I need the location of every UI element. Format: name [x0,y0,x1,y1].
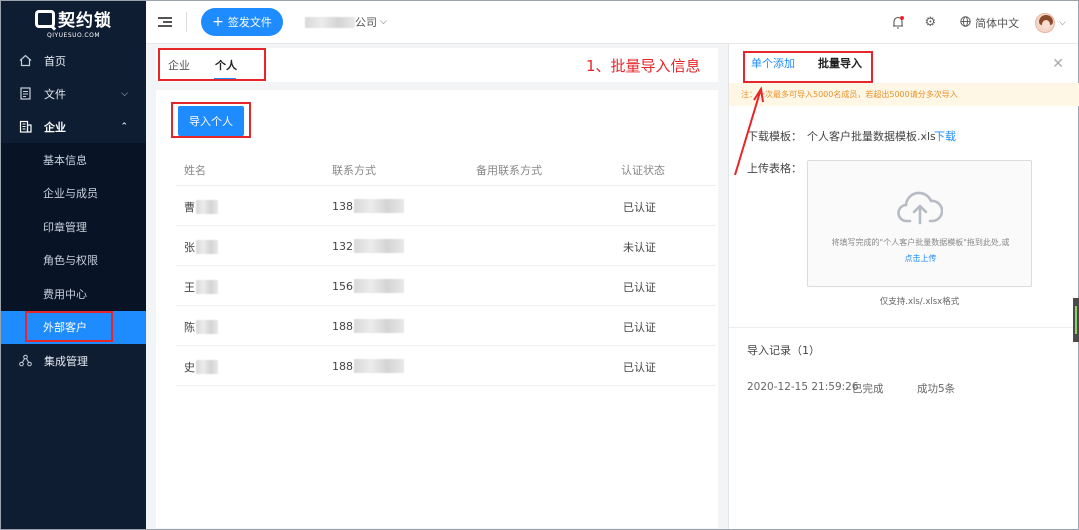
sidebar-item-roles[interactable]: 角色与权限 [1,244,146,278]
cell-auth-status: 已认证 [623,201,656,214]
record-status: 已完成 [852,383,884,395]
logo-text: 契约锁 [58,11,112,31]
annotation-box-import-button [171,102,251,138]
chevron-down-icon: ⌵ [121,88,128,99]
phone-redacted [354,319,404,333]
sidebar-item-home[interactable]: 首页 [1,44,146,77]
cell-auth-status: 已认证 [623,361,656,374]
column-header-contact: 联系方式 [332,164,376,177]
menu-toggle-icon[interactable] [158,17,172,27]
chevron-down-icon[interactable]: ⌵ [1059,18,1066,28]
sidebar-item-enterprise[interactable]: 企业 ⌃ [1,110,146,143]
home-icon [19,54,32,67]
company-switcher[interactable]: 公司 ⌵ [305,14,387,30]
import-record-row: 2020-12-15 21:59:26 已完成 成功5条 [747,381,955,395]
customer-list-card: 导入个人 姓名 联系方式 备用联系方式 认证状态 曹 138 已认证张 132 未认证王… [156,90,718,528]
column-header-auth-status: 认证状态 [621,164,665,177]
table-header: 姓名 联系方式 备用联系方式 认证状态 [176,152,716,186]
download-template-link[interactable]: 下载 [934,128,956,144]
name-redacted [196,320,218,334]
import-limit-notice: 注：一次最多可导入5000名成员，若超出5000请分多次导入 [729,83,1079,106]
logo: 契约锁 QIYUESUO.COM [1,1,146,44]
name-redacted [196,200,218,214]
table-row[interactable]: 张 132 未认证 [176,226,716,266]
cell-phone: 156 [332,279,404,293]
logo-subtitle: QIYUESUO.COM [46,32,100,39]
cell-auth-status: 已认证 [623,321,656,334]
upload-dropzone[interactable]: 将填写完成的"个人客户批量数据模板"拖到此处,或 点击上传 [807,160,1032,287]
bell-icon[interactable] [892,16,904,29]
annotation-box-external-customers [25,311,113,342]
separator: | [924,128,928,141]
annotation-box-tabs [158,48,266,81]
record-result: 成功5条 [917,383,956,395]
globe-icon [960,15,971,30]
table-row[interactable]: 曹 138 已认证 [176,186,716,226]
scrollbar[interactable] [1073,298,1079,342]
table-row[interactable]: 史 188 已认证 [176,346,716,386]
cell-auth-status: 未认证 [623,241,656,254]
sidebar-item-integration[interactable]: 集成管理 [1,344,146,377]
annotation-box-batch-tab [743,51,873,83]
sidebar-item-billing[interactable]: 费用中心 [1,277,146,311]
header-divider [186,12,187,32]
sidebar-item-basic-info[interactable]: 基本信息 [1,143,146,177]
column-header-backup-contact: 备用联系方式 [476,164,542,177]
record-time: 2020-12-15 21:59:26 [747,381,859,393]
table-row[interactable]: 陈 188 已认证 [176,306,716,346]
sidebar-item-files[interactable]: 文件 ⌵ [1,77,146,110]
top-header: + 签发文件 公司 ⌵ ⚙ 简体中文 ⌵ [146,1,1078,44]
batch-import-drawer: 单个添加 批量导入 ✕ 注：一次最多可导入5000名成员，若超出5000请分多次… [728,44,1079,529]
import-records-title: 导入记录（1） [747,344,820,357]
sidebar-item-seals[interactable]: 印章管理 [1,210,146,244]
sidebar-item-members[interactable]: 企业与成员 [1,177,146,211]
sidebar: 契约锁 QIYUESUO.COM 首页 文件 ⌵ 企业 ⌃ 基本信息 企业与成员… [1,1,146,529]
sign-document-button[interactable]: + 签发文件 [201,8,283,36]
cell-name: 史 [184,359,218,375]
integration-icon [19,354,32,367]
column-header-name: 姓名 [184,164,206,177]
cell-phone: 132 [332,239,404,253]
cell-phone: 188 [332,319,404,333]
chevron-down-icon: ⌵ [380,17,387,27]
cell-name: 张 [184,239,218,255]
template-filename: 个人客户批量数据模板.xls [807,130,936,143]
phone-redacted [354,359,404,373]
language-switcher[interactable]: 简体中文 [960,15,1019,31]
close-icon[interactable]: ✕ [1052,56,1064,72]
plus-icon: + [212,14,224,30]
annotation-text: 1、批量导入信息 [586,57,701,75]
cell-phone: 188 [332,359,404,373]
upload-format-hint: 仅支持.xls/.xlsx格式 [879,297,960,307]
name-redacted [196,240,218,254]
gear-icon[interactable]: ⚙ [925,15,937,30]
cell-auth-status: 已认证 [623,281,656,294]
annotation-arrow [734,86,764,176]
phone-redacted [354,279,404,293]
logo-mark-icon [35,9,55,28]
section-divider [729,327,1079,328]
cell-name: 陈 [184,319,218,335]
name-redacted [196,280,218,294]
avatar[interactable] [1035,12,1056,33]
chevron-up-icon: ⌃ [120,121,128,132]
name-redacted [196,360,218,374]
cell-name: 王 [184,279,218,295]
file-icon [19,87,32,100]
cell-name: 曹 [184,199,218,215]
cell-phone: 138 [332,199,404,213]
building-icon [19,120,32,133]
phone-redacted [354,199,404,213]
upload-hint: 将填写完成的"个人客户批量数据模板"拖到此处,或 [831,238,1010,247]
table-row[interactable]: 王 156 已认证 [176,266,716,306]
company-name-redacted [305,16,355,28]
phone-redacted [354,239,404,253]
cloud-upload-icon [897,191,944,228]
click-upload-link[interactable]: 点击上传 [808,253,1033,264]
